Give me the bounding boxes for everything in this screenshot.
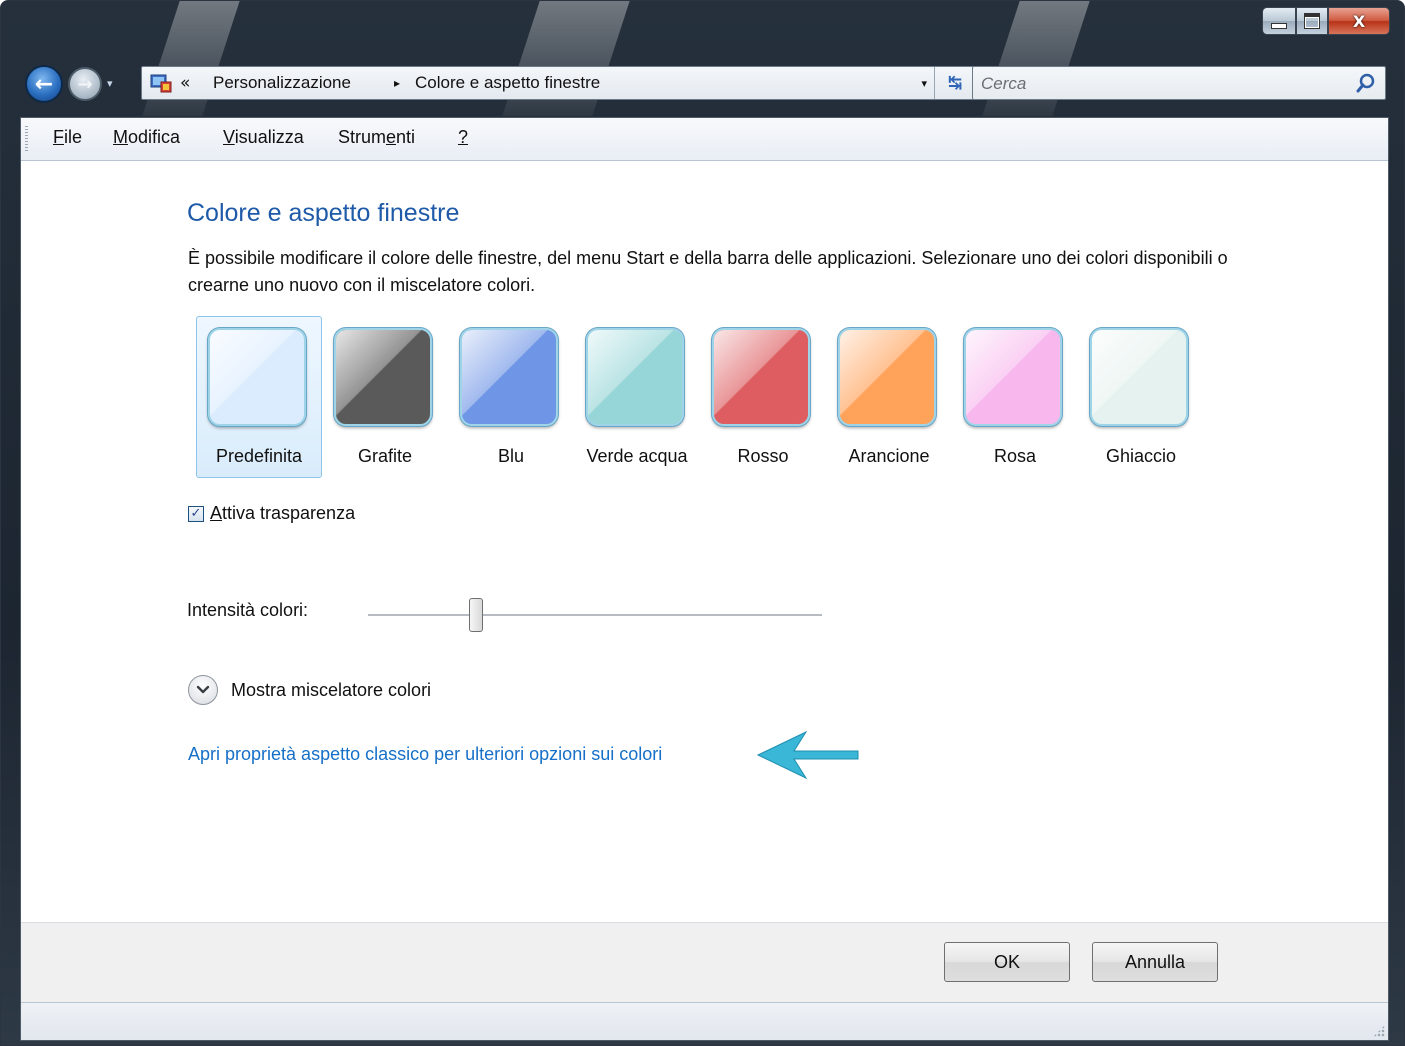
refresh-icon: ↹ (947, 73, 963, 93)
caption-buttons: X (1262, 7, 1390, 37)
transparency-checkbox[interactable]: ✓ (188, 505, 204, 522)
breadcrumb-colore-aspetto[interactable]: Colore e aspetto finestre (415, 73, 600, 93)
resize-grip[interactable] (1373, 1025, 1385, 1037)
back-button[interactable]: ← (25, 65, 63, 103)
menu-modifica-label: odifica (128, 127, 181, 147)
menu-strumenti-prefix: Strum (338, 127, 387, 147)
swatch-rosso-label: Rosso (737, 446, 789, 466)
swatch-predefinita-label: Predefinita (215, 446, 303, 466)
forward-button[interactable]: → (68, 67, 102, 101)
search-input[interactable] (979, 70, 1343, 98)
slider-track[interactable] (368, 614, 822, 617)
minimize-icon (1271, 23, 1287, 29)
color-swatch-list: Predefinita Grafite Blu Verde acqua Ross… (196, 316, 1216, 481)
swatch-verde-acqua-label: Verde acqua (586, 446, 688, 466)
annotation-arrow-icon (756, 730, 859, 780)
breadcrumb-separator-icon[interactable]: ▸ (394, 76, 400, 90)
swatch-ghiaccio[interactable]: Ghiaccio (1078, 316, 1204, 478)
menu-bar: File Modifica Visualizza Strumenti ? (21, 118, 1388, 161)
swatch-rosa[interactable]: Rosa (952, 316, 1078, 478)
swatch-blu[interactable]: Blu (448, 316, 574, 478)
menu-grip[interactable] (25, 126, 28, 152)
search-icon[interactable] (1355, 72, 1377, 94)
ok-button[interactable]: OK (944, 942, 1070, 982)
menu-strumenti-label: nti (396, 127, 416, 147)
status-bar (21, 1002, 1388, 1040)
swatch-ghiaccio-color (1090, 328, 1188, 426)
menu-visualizza-label: isualizza (234, 127, 304, 147)
address-dropdown-icon[interactable]: ▾ (921, 77, 927, 90)
address-overflow-chevrons[interactable]: « (180, 73, 190, 93)
menu-help-mnemonic: ? (458, 127, 469, 147)
client-area: File Modifica Visualizza Strumenti ? Col… (20, 117, 1389, 1041)
refresh-button[interactable]: ↹ (934, 67, 975, 99)
breadcrumb-personalizzazione[interactable]: Personalizzazione (213, 73, 351, 93)
close-button[interactable]: X (1328, 7, 1390, 35)
color-intensity-label: Intensità colori: (187, 600, 309, 620)
recent-pages-dropdown[interactable]: ▾ (107, 77, 113, 90)
swatch-arancione-color (838, 328, 936, 426)
minimize-button[interactable] (1262, 7, 1296, 35)
back-arrow-icon: ← (34, 71, 54, 97)
menu-file-label: ile (64, 127, 83, 147)
page-description: È possibile modificare il colore delle f… (188, 248, 1228, 295)
menu-strumenti-mnemonic: e (386, 127, 397, 147)
cancel-button[interactable]: Annulla (1092, 942, 1218, 982)
menu-modifica[interactable]: Modifica (109, 127, 184, 148)
page-title: Colore e aspetto finestre (187, 199, 460, 227)
menu-modifica-mnemonic: M (113, 127, 128, 147)
swatch-verde-acqua[interactable]: Verde acqua (574, 316, 700, 478)
swatch-rosso-color (712, 328, 810, 426)
dialog-footer: OK Annulla (21, 922, 1388, 1004)
swatch-blu-color (460, 328, 558, 426)
swatch-rosa-label: Rosa (993, 446, 1037, 466)
swatch-predefinita-color (208, 328, 306, 426)
control-panel-icon (150, 74, 172, 93)
transparency-option: ✓ Attiva trasparenza (188, 503, 355, 524)
menu-help[interactable]: ? (454, 127, 472, 148)
color-mixer-label[interactable]: Mostra miscelatore colori (231, 680, 431, 701)
window-frame: X ← → ▾ « Personalizzazione ▸ Colore e a… (0, 0, 1405, 1046)
swatch-blu-label: Blu (497, 446, 524, 466)
swatch-predefinita[interactable]: Predefinita (196, 316, 322, 478)
address-bar[interactable]: « Personalizzazione ▸ Colore e aspetto f… (141, 66, 976, 100)
menu-visualizza[interactable]: Visualizza (219, 127, 308, 148)
menu-strumenti[interactable]: Strumenti (334, 127, 419, 148)
swatch-ghiaccio-label: Ghiaccio (1105, 446, 1177, 466)
swatch-rosa-color (964, 328, 1062, 426)
menu-file-mnemonic: F (53, 127, 64, 147)
transparency-label-text: ttiva trasparenza (222, 503, 356, 523)
swatch-grafite[interactable]: Grafite (322, 316, 448, 478)
transparency-mnemonic: A (210, 503, 223, 523)
maximize-button[interactable] (1296, 7, 1328, 35)
classic-appearance-link[interactable]: Apri proprietà aspetto classico per ulte… (188, 744, 662, 765)
close-icon: X (1352, 11, 1366, 31)
check-icon: ✓ (190, 506, 202, 521)
swatch-verde-acqua-color (586, 328, 684, 426)
swatch-grafite-color (334, 328, 432, 426)
swatch-arancione[interactable]: Arancione (826, 316, 952, 478)
navigation-bar: ← → ▾ « Personalizzazione ▸ Colore e asp… (21, 61, 1386, 107)
menu-visualizza-mnemonic: V (223, 127, 235, 147)
search-box (972, 66, 1386, 100)
transparency-label[interactable]: Attiva trasparenza (210, 503, 355, 524)
forward-arrow-icon: → (77, 73, 93, 95)
chevron-down-icon[interactable] (188, 675, 218, 705)
menu-file[interactable]: File (49, 127, 86, 148)
color-intensity-slider[interactable] (368, 596, 822, 636)
slider-thumb[interactable] (469, 598, 483, 632)
swatch-rosso[interactable]: Rosso (700, 316, 826, 478)
swatch-arancione-label: Arancione (848, 446, 930, 466)
chevron-down-glyph (196, 685, 210, 694)
swatch-grafite-label: Grafite (357, 446, 413, 466)
color-mixer-toggle[interactable]: Mostra miscelatore colori (188, 675, 431, 705)
maximize-icon (1304, 13, 1320, 29)
